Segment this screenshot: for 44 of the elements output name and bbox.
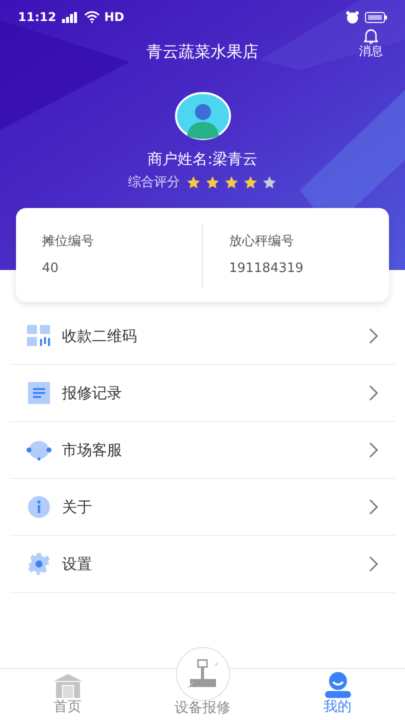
merchant-name: 商户姓名:梁青云 bbox=[147, 149, 258, 170]
headset-icon bbox=[26, 439, 52, 461]
bell-icon bbox=[364, 28, 378, 44]
star-icon bbox=[205, 174, 220, 190]
messages-button[interactable]: 消息 bbox=[359, 28, 383, 59]
star-icon bbox=[224, 174, 239, 190]
avatar bbox=[174, 92, 230, 140]
menu-item[interactable]: 收款二维码 bbox=[10, 308, 395, 365]
info-value: 191184319 bbox=[229, 260, 304, 278]
document-icon bbox=[28, 382, 50, 404]
chevron-right-icon bbox=[369, 499, 379, 515]
house-icon bbox=[54, 674, 82, 698]
menu-item[interactable]: 设置 bbox=[10, 536, 395, 593]
grid-icon bbox=[27, 325, 51, 347]
menu-label: 收款二维码 bbox=[62, 326, 138, 347]
wifi-icon bbox=[84, 11, 100, 23]
menu-label: 关于 bbox=[62, 496, 93, 518]
chevron-right-icon bbox=[369, 442, 379, 458]
rating-label: 综合评分 bbox=[128, 174, 180, 192]
chevron-right-icon bbox=[369, 328, 379, 344]
menu-item[interactable]: 市场客服 bbox=[10, 422, 395, 479]
star-icon bbox=[186, 174, 201, 190]
person-icon bbox=[324, 672, 352, 698]
info-icon bbox=[28, 496, 50, 518]
menu-label: 设置 bbox=[62, 554, 93, 575]
status-time: 11:12 bbox=[18, 9, 56, 26]
star-icon bbox=[243, 174, 258, 190]
menu-label: 市场客服 bbox=[62, 440, 123, 461]
star-icon bbox=[262, 174, 277, 190]
scale-icon bbox=[184, 658, 220, 690]
info-label: 摊位编号 bbox=[42, 232, 95, 250]
tab[interactable]: 我的 bbox=[270, 669, 405, 720]
signal-icon bbox=[62, 12, 78, 22]
info-label: 放心秤编号 bbox=[229, 232, 295, 250]
chevron-right-icon bbox=[369, 556, 379, 572]
menu-item[interactable]: 关于 bbox=[10, 479, 395, 536]
info-value: 40 bbox=[42, 260, 60, 278]
network-label: HD bbox=[104, 9, 124, 26]
menu-item[interactable]: 报修记录 bbox=[10, 365, 395, 422]
settings-icon bbox=[28, 553, 50, 575]
chevron-right-icon bbox=[369, 385, 379, 401]
store-title: 青云蔬菜水果店 bbox=[146, 41, 258, 63]
battery-icon bbox=[365, 12, 387, 22]
menu-label: 报修记录 bbox=[62, 382, 123, 404]
